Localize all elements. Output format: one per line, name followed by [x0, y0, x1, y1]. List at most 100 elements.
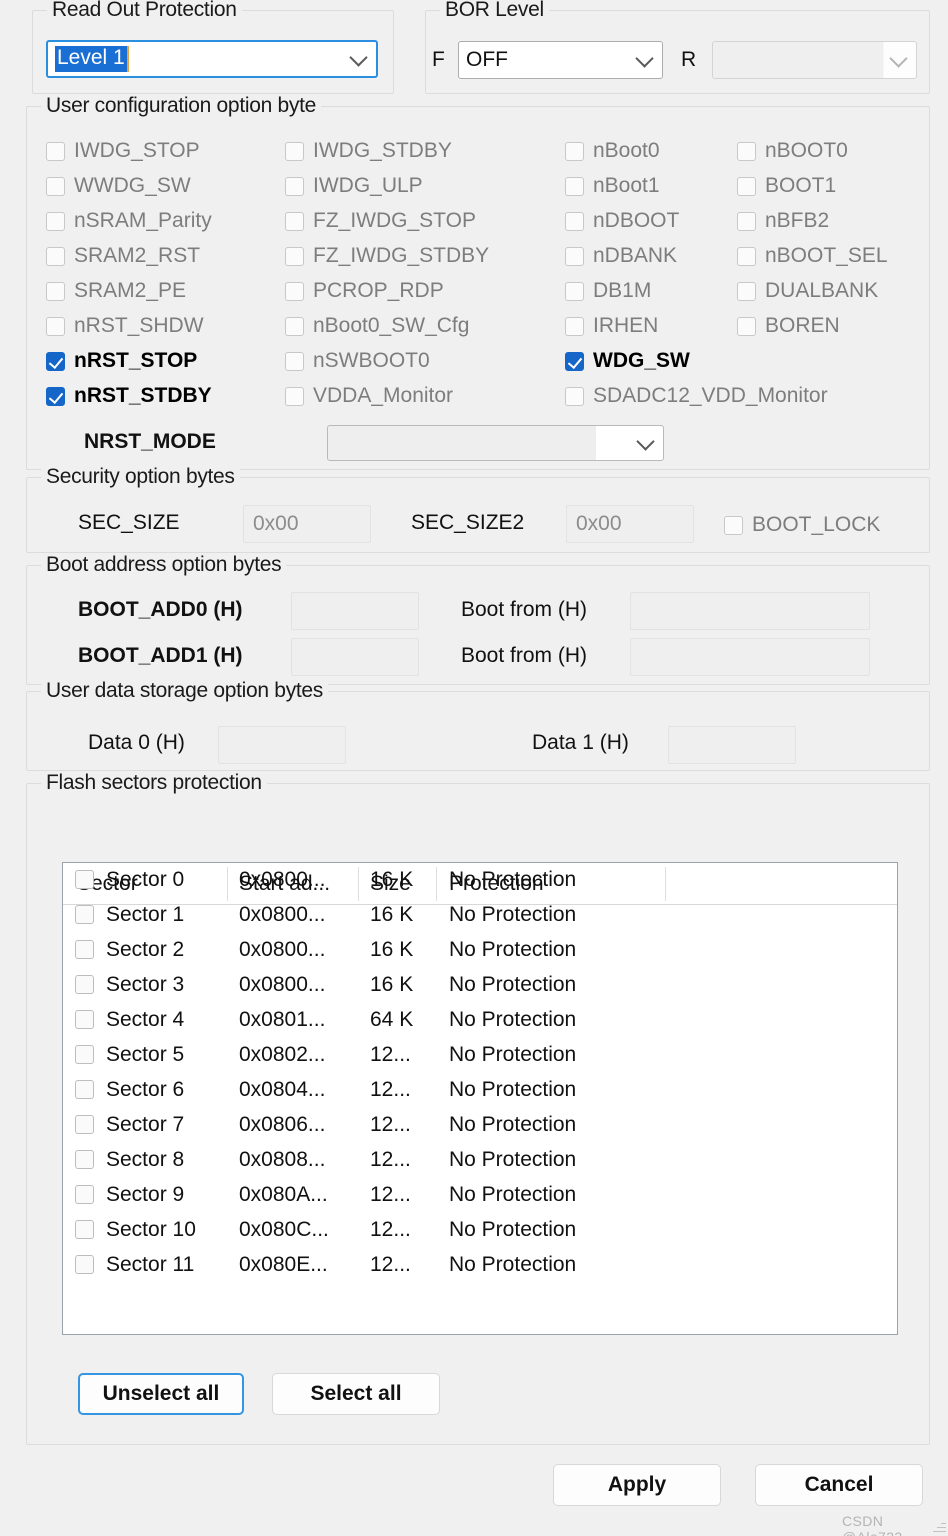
table-row[interactable]: Sector 11 0x080E... 12... No Protection [63, 1248, 897, 1283]
checkbox-label: WWDG_SW [74, 174, 191, 197]
checkbox-nboot-sel[interactable]: nBOOT_SEL [737, 244, 888, 268]
checkbox-nboot0[interactable]: nBOOT0 [737, 139, 848, 163]
checkbox-sdadc12-vdd-monitor[interactable]: SDADC12_VDD_Monitor [565, 384, 828, 408]
sector-checkbox[interactable] [75, 905, 94, 924]
checkbox-box [737, 281, 756, 301]
checkbox-nboot0-sw-cfg[interactable]: nBoot0_SW_Cfg [285, 314, 469, 338]
checkbox-box [565, 351, 584, 371]
read-out-protection-combo[interactable]: Level 1 [46, 40, 378, 78]
checkbox-box [285, 281, 304, 301]
checkbox-ndboot[interactable]: nDBOOT [565, 209, 679, 233]
sector-checkbox[interactable] [75, 975, 94, 994]
checkbox-nbfb2[interactable]: nBFB2 [737, 209, 829, 233]
checkbox-box [285, 211, 304, 231]
sector-checkbox[interactable] [75, 1150, 94, 1169]
checkbox-nrst-stop[interactable]: nRST_STOP [46, 349, 197, 373]
checkbox-boren[interactable]: BOREN [737, 314, 840, 338]
sector-checkbox[interactable] [75, 1045, 94, 1064]
sec-size-input[interactable]: 0x00 [243, 505, 371, 543]
table-row[interactable]: Sector 4 0x0801... 64 K No Protection [63, 1003, 897, 1038]
table-row[interactable]: Sector 1 0x0800... 16 K No Protection [63, 898, 897, 933]
checkbox-wwdg-sw[interactable]: WWDG_SW [46, 174, 191, 198]
table-row[interactable]: Sector 7 0x0806... 12... No Protection [63, 1108, 897, 1143]
checkbox-sram2-pe[interactable]: SRAM2_PE [46, 279, 186, 303]
boot-from1-input[interactable] [630, 638, 870, 676]
table-row[interactable]: Sector 2 0x0800... 16 K No Protection [63, 933, 897, 968]
checkbox-box [737, 141, 756, 161]
unselect-all-button[interactable]: Unselect all [78, 1373, 244, 1415]
bor-r-combo[interactable] [712, 41, 917, 79]
checkbox-box [46, 386, 65, 406]
apply-button[interactable]: Apply [553, 1464, 721, 1506]
checkbox-label: nDBANK [593, 244, 678, 267]
checkbox-iwdg-stdby[interactable]: IWDG_STDBY [285, 139, 452, 163]
table-row[interactable]: Sector 0 0x0800... 16 K No Protection [63, 863, 897, 898]
checkbox-ndbank[interactable]: nDBANK [565, 244, 677, 268]
boot-lock-checkbox[interactable]: BOOT_LOCK [724, 513, 880, 537]
flash-sectors-table[interactable]: Sector Start ad... Size Protection Secto… [62, 862, 898, 1335]
checkbox-fz-iwdg-stop[interactable]: FZ_IWDG_STOP [285, 209, 476, 233]
checkbox-boot1[interactable]: BOOT1 [737, 174, 836, 198]
boot-add1-input[interactable] [291, 638, 419, 676]
sec-size2-value: 0x00 [576, 512, 622, 535]
sector-checkbox[interactable] [75, 1080, 94, 1099]
table-row[interactable]: Sector 3 0x0800... 16 K No Protection [63, 968, 897, 1003]
select-all-button[interactable]: Select all [272, 1373, 440, 1415]
table-row[interactable]: Sector 9 0x080A... 12... No Protection [63, 1178, 897, 1213]
cell-start-address: 0x0800... [239, 938, 326, 961]
checkbox-box [46, 176, 65, 196]
cancel-button[interactable]: Cancel [755, 1464, 923, 1506]
cell-protection: No Protection [449, 1043, 577, 1066]
checkbox-pcrop-rdp[interactable]: PCROP_RDP [285, 279, 444, 303]
cell-sector: Sector 5 [106, 1043, 185, 1066]
checkbox-label: nBFB2 [765, 209, 830, 232]
sector-checkbox[interactable] [75, 870, 94, 889]
sector-checkbox[interactable] [75, 1010, 94, 1029]
cell-protection: No Protection [449, 938, 577, 961]
cell-start-address: 0x0804... [239, 1078, 326, 1101]
checkbox-iwdg-stop[interactable]: IWDG_STOP [46, 139, 200, 163]
checkbox-nrst-shdw[interactable]: nRST_SHDW [46, 314, 204, 338]
cell-sector: Sector 9 [106, 1183, 185, 1206]
table-row[interactable]: Sector 8 0x0808... 12... No Protection [63, 1143, 897, 1178]
checkbox-label: nSWBOOT0 [313, 349, 430, 372]
table-row[interactable]: Sector 6 0x0804... 12... No Protection [63, 1073, 897, 1108]
cell-sector: Sector 2 [106, 938, 185, 961]
checkbox-sram2-rst[interactable]: SRAM2_RST [46, 244, 200, 268]
checkbox-label: nRST_STDBY [74, 384, 212, 407]
checkbox-nboot1[interactable]: nBoot1 [565, 174, 660, 198]
table-row[interactable]: Sector 10 0x080C... 12... No Protection [63, 1213, 897, 1248]
checkbox-nsram-parity[interactable]: nSRAM_Parity [46, 209, 212, 233]
checkbox-iwdg-ulp[interactable]: IWDG_ULP [285, 174, 423, 198]
nrst-mode-combo[interactable] [327, 425, 664, 461]
boot-lock-label: BOOT_LOCK [752, 513, 881, 536]
checkbox-db1m[interactable]: DB1M [565, 279, 651, 303]
resize-grip[interactable] [932, 1520, 946, 1534]
sector-checkbox[interactable] [75, 1115, 94, 1134]
sector-checkbox[interactable] [75, 1185, 94, 1204]
table-row[interactable]: Sector 5 0x0802... 12... No Protection [63, 1038, 897, 1073]
checkbox-nrst-stdby[interactable]: nRST_STDBY [46, 384, 212, 408]
checkbox-nboot0[interactable]: nBoot0 [565, 139, 660, 163]
sec-size2-input[interactable]: 0x00 [566, 505, 694, 543]
data1-input[interactable] [668, 726, 796, 764]
boot-from0-label: Boot from (H) [461, 598, 588, 621]
sector-checkbox[interactable] [75, 1220, 94, 1239]
checkbox-vdda-monitor[interactable]: VDDA_Monitor [285, 384, 453, 408]
cell-size: 12... [370, 1043, 411, 1066]
checkbox-irhen[interactable]: IRHEN [565, 314, 658, 338]
cell-sector: Sector 0 [106, 868, 185, 891]
boot-from0-input[interactable] [630, 592, 870, 630]
sector-checkbox[interactable] [75, 1255, 94, 1274]
checkbox-wdg-sw[interactable]: WDG_SW [565, 349, 690, 373]
checkbox-dualbank[interactable]: DUALBANK [737, 279, 878, 303]
data0-input[interactable] [218, 726, 346, 764]
checkbox-label: VDDA_Monitor [313, 384, 454, 407]
checkbox-nswboot0[interactable]: nSWBOOT0 [285, 349, 430, 373]
boot-add0-input[interactable] [291, 592, 419, 630]
chevron-down-icon [635, 49, 654, 68]
checkbox-fz-iwdg-stdby[interactable]: FZ_IWDG_STDBY [285, 244, 489, 268]
bor-f-combo[interactable]: OFF [458, 41, 663, 79]
cell-size: 16 K [370, 938, 414, 961]
sector-checkbox[interactable] [75, 940, 94, 959]
